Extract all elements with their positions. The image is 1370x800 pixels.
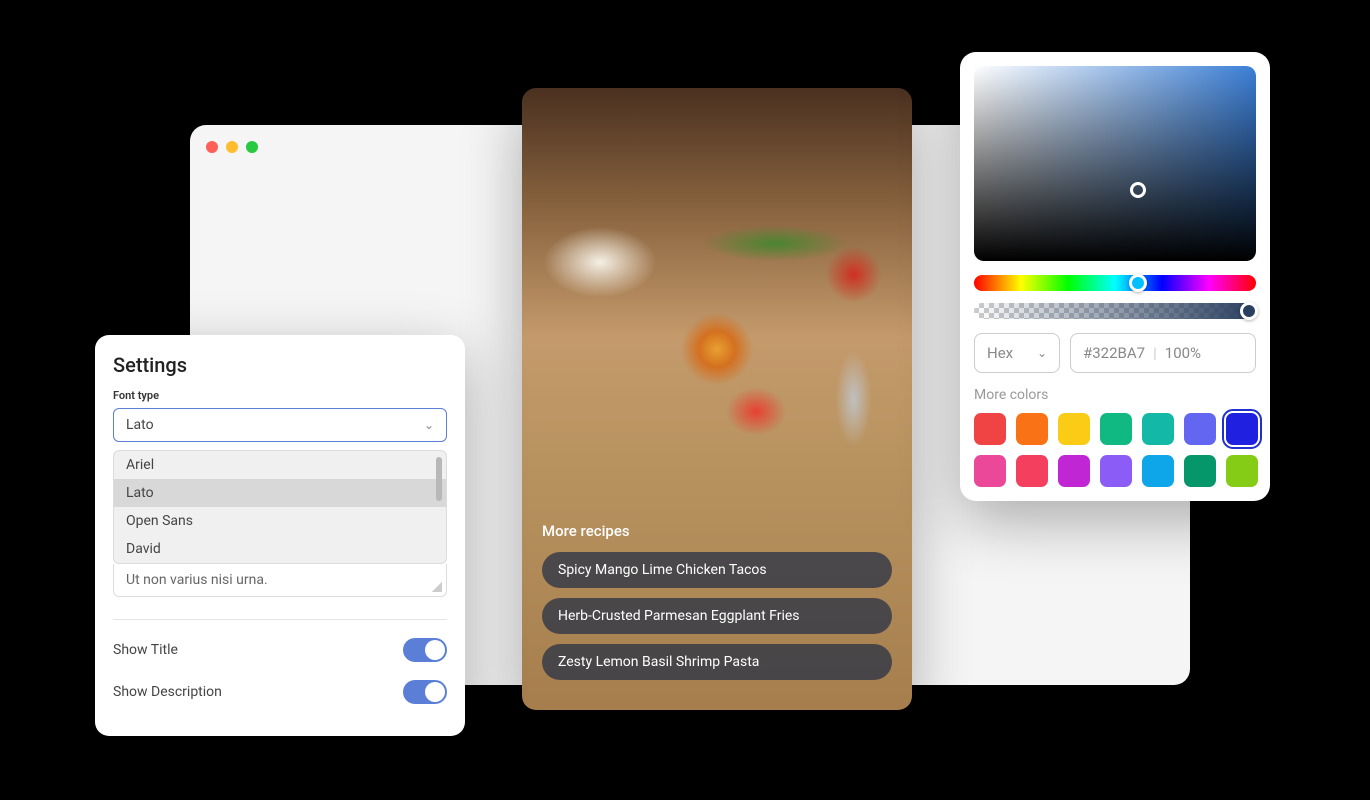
color-swatches	[974, 413, 1256, 487]
show-description-toggle[interactable]	[403, 680, 447, 704]
text-input[interactable]: Ut non varius nisi urna.	[113, 564, 447, 597]
chevron-down-icon: ⌄	[424, 418, 434, 432]
maximize-window-icon[interactable]	[246, 141, 258, 153]
alpha-slider[interactable]	[974, 303, 1256, 319]
color-cursor-icon[interactable]	[1130, 182, 1146, 198]
hex-value: #322BA7	[1083, 344, 1145, 362]
color-swatch[interactable]	[1100, 455, 1132, 487]
show-title-toggle[interactable]	[403, 638, 447, 662]
color-swatch[interactable]	[1142, 455, 1174, 487]
hue-slider[interactable]	[974, 275, 1256, 291]
recipe-chip[interactable]: Spicy Mango Lime Chicken Tacos	[542, 552, 892, 588]
font-option[interactable]: Open Sans	[114, 507, 446, 535]
hex-input[interactable]: #322BA7 | 100%	[1070, 333, 1256, 373]
color-swatch[interactable]	[1058, 455, 1090, 487]
font-type-value: Lato	[126, 417, 154, 433]
recipe-chip[interactable]: Zesty Lemon Basil Shrimp Pasta	[542, 644, 892, 680]
font-dropdown-list: Ariel Lato Open Sans David	[113, 450, 447, 564]
font-option[interactable]: Lato	[114, 479, 446, 507]
color-swatch[interactable]	[1142, 413, 1174, 445]
scrollbar[interactable]	[436, 457, 442, 501]
font-option[interactable]: Ariel	[114, 451, 446, 479]
color-format-select[interactable]: Hex ⌄	[974, 333, 1060, 373]
color-picker-panel: Hex ⌄ #322BA7 | 100% More colors	[960, 52, 1270, 501]
color-swatch[interactable]	[1100, 413, 1132, 445]
show-title-label: Show Title	[113, 642, 178, 658]
resize-handle-icon[interactable]	[432, 582, 442, 592]
color-format-value: Hex	[987, 344, 1013, 362]
show-description-label: Show Description	[113, 684, 222, 700]
recipe-chip[interactable]: Herb-Crusted Parmesan Eggplant Fries	[542, 598, 892, 634]
color-swatch[interactable]	[1016, 413, 1048, 445]
recipe-preview-card: More recipes Spicy Mango Lime Chicken Ta…	[522, 88, 912, 710]
color-swatch[interactable]	[1226, 413, 1258, 445]
font-type-label: Font type	[113, 389, 447, 402]
color-swatch[interactable]	[974, 455, 1006, 487]
color-swatch[interactable]	[1016, 455, 1048, 487]
settings-panel: Settings Font type Lato ⌄ Ariel Lato Ope…	[95, 335, 465, 736]
color-swatch[interactable]	[1184, 455, 1216, 487]
color-swatch[interactable]	[974, 413, 1006, 445]
color-swatch[interactable]	[1184, 413, 1216, 445]
opacity-value: 100%	[1165, 344, 1201, 362]
settings-title: Settings	[113, 353, 447, 377]
hue-handle-icon[interactable]	[1129, 274, 1147, 292]
divider: |	[1153, 344, 1157, 362]
more-recipes-heading: More recipes	[542, 522, 892, 540]
chevron-down-icon: ⌄	[1037, 346, 1047, 360]
color-swatch[interactable]	[1226, 455, 1258, 487]
alpha-handle-icon[interactable]	[1240, 302, 1258, 320]
close-window-icon[interactable]	[206, 141, 218, 153]
more-colors-label: More colors	[974, 387, 1256, 403]
minimize-window-icon[interactable]	[226, 141, 238, 153]
font-type-select[interactable]: Lato ⌄	[113, 408, 447, 442]
divider	[113, 619, 447, 620]
saturation-brightness-area[interactable]	[974, 66, 1256, 261]
color-swatch[interactable]	[1058, 413, 1090, 445]
font-option[interactable]: David	[114, 535, 446, 563]
